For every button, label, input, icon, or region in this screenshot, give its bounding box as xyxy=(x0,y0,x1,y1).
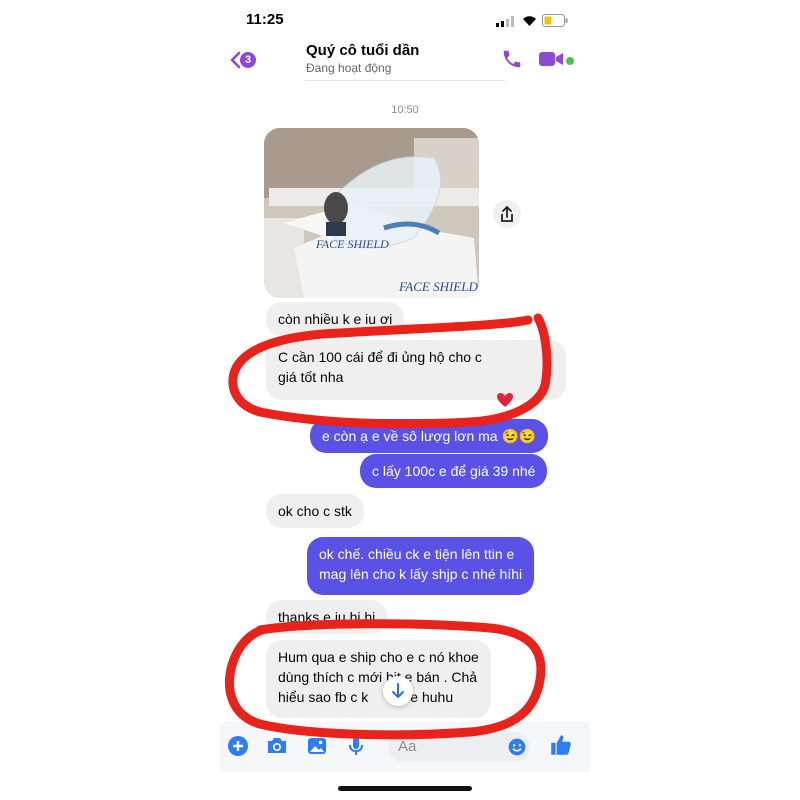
photo-caption-2: FACE SHIELD xyxy=(398,279,478,294)
share-icon xyxy=(501,205,513,222)
unread-count-badge: 3 xyxy=(240,52,256,68)
heart-reaction-icon[interactable] xyxy=(496,392,514,408)
message-bubble[interactable]: ok cho c stk xyxy=(266,494,364,528)
online-indicator xyxy=(566,57,574,65)
image-icon[interactable] xyxy=(305,734,329,758)
message-text: e còn ạ e về sô lượg lơn ma 😉😉 xyxy=(322,428,537,444)
wifi-icon xyxy=(523,16,536,26)
back-button[interactable]: 3 xyxy=(224,48,260,74)
home-indicator xyxy=(338,786,472,791)
thumbs-up-icon[interactable] xyxy=(548,732,574,758)
message-text: còn nhiều k e iu ơi xyxy=(278,311,393,327)
message-input-placeholder: Aa xyxy=(398,738,417,755)
message-line: ok chế. chiều ck e tiện lên ttin e xyxy=(319,546,515,562)
message-line: C cần 100 cái để đi ủng hộ cho c xyxy=(278,349,482,365)
message-bubble[interactable]: Hum qua e ship cho e c nó khoe dùng thíc… xyxy=(266,640,491,718)
message-line: giá tốt nha xyxy=(278,369,344,385)
message-line: Hum qua e ship cho e c nó khoe xyxy=(278,649,479,665)
photo-caption-1: FACE SHIELD xyxy=(315,237,389,251)
share-button[interactable] xyxy=(493,200,521,228)
signal-icon xyxy=(496,16,514,27)
emoji-icon[interactable] xyxy=(507,737,527,757)
plus-icon[interactable] xyxy=(226,734,250,758)
message-bubble[interactable]: c lấy 100c e để giá 39 nhé xyxy=(360,454,548,488)
status-bar: 11:25 xyxy=(220,8,590,32)
phone-call-icon[interactable] xyxy=(501,48,523,70)
message-bubble[interactable]: thanks e iu hi hi xyxy=(266,600,388,634)
status-time: 11:25 xyxy=(246,11,284,28)
message-bubble[interactable]: còn nhiều k e iu ơi xyxy=(266,302,405,336)
scroll-to-bottom-button[interactable] xyxy=(383,676,413,706)
message-text: thanks e iu hi hi xyxy=(278,609,376,625)
message-timestamp: 10:50 xyxy=(391,104,419,116)
message-text: ok cho c stk xyxy=(278,503,352,519)
microphone-icon[interactable] xyxy=(344,734,368,758)
message-line: hiểu sao fb c k bài e huhu xyxy=(278,689,454,705)
battery-icon xyxy=(542,14,568,27)
message-bubble[interactable]: C cần 100 cái để đi ủng hộ cho c giá tốt… xyxy=(266,340,566,400)
camera-icon[interactable] xyxy=(265,734,289,758)
message-line: mag lên cho k lấy shjp c nhé híhi xyxy=(319,566,523,582)
active-status: Đang hoạt động xyxy=(306,61,392,75)
composer-bar: Aa xyxy=(220,722,590,772)
message-line: dùng thích c mới bit e bán . Chả xyxy=(278,669,478,685)
header-divider xyxy=(305,80,505,81)
video-call-icon[interactable] xyxy=(538,49,564,69)
arrow-down-icon xyxy=(392,683,404,698)
shared-photo[interactable]: FACE SHIELD FACE SHIELD xyxy=(264,128,479,298)
message-bubble[interactable]: ok chế. chiều ck e tiện lên ttin e mag l… xyxy=(307,537,535,595)
contact-name[interactable]: Quý cô tuổi dần xyxy=(306,42,419,59)
messenger-screen: 11:25 3 Quý cô tuổi dần Đang hoạt động 1… xyxy=(220,0,590,800)
message-text: c lấy 100c e để giá 39 nhé xyxy=(372,463,536,479)
face-shield-photo: FACE SHIELD FACE SHIELD xyxy=(264,128,479,298)
chat-header: 3 Quý cô tuổi dần Đang hoạt động xyxy=(220,34,590,82)
message-bubble[interactable]: e còn ạ e về sô lượg lơn ma 😉😉 xyxy=(310,419,549,453)
